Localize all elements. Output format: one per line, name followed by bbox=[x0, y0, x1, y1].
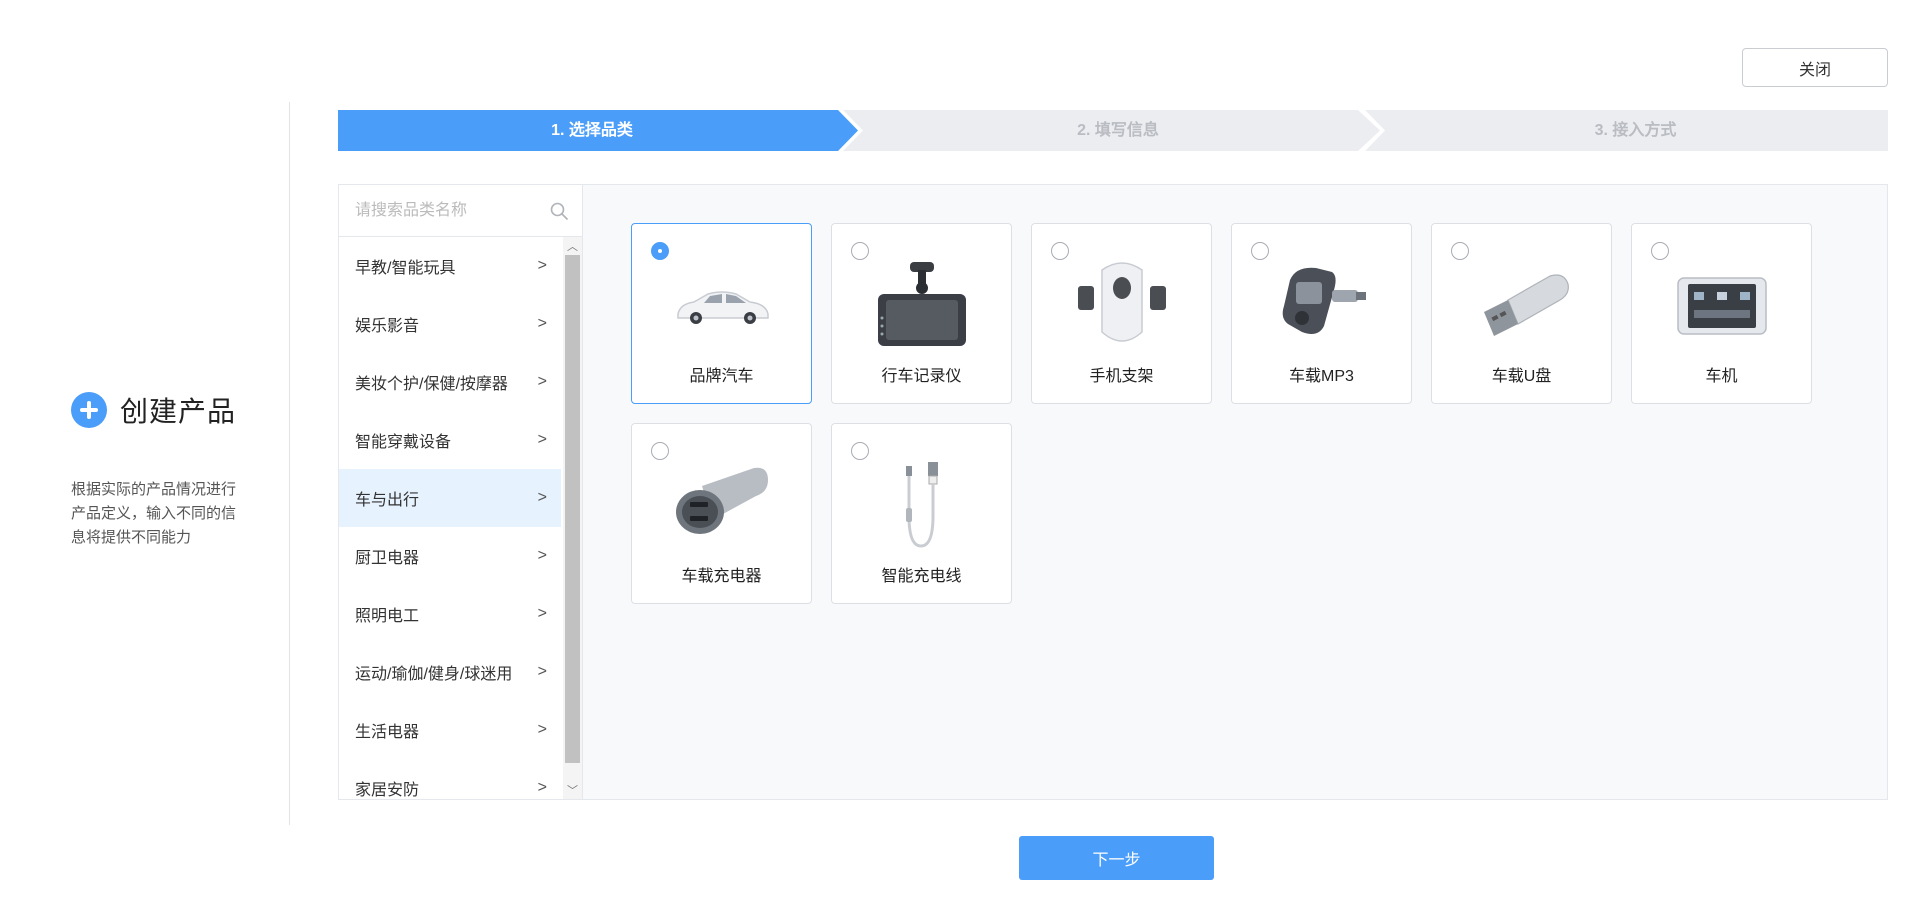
charging-cable-icon bbox=[872, 460, 972, 550]
chevron-right-icon: > bbox=[537, 489, 547, 506]
car-charger-icon bbox=[672, 460, 772, 550]
plus-circle-icon bbox=[71, 392, 107, 428]
category-label: 早教/智能玩具 bbox=[355, 260, 456, 277]
scroll-down-arrow-icon[interactable]: ﹀ bbox=[563, 781, 582, 799]
product-label: 手机支架 bbox=[1089, 368, 1154, 385]
step-select-category: 1. 选择品类 bbox=[551, 122, 633, 139]
product-label: 车机 bbox=[1705, 368, 1738, 385]
intro-description: 根据实际的产品情况进行产品定义，输入不同的信息将提供不同能力 bbox=[71, 481, 237, 546]
scroll-up-arrow-icon[interactable]: ︿ bbox=[563, 237, 582, 255]
product-card[interactable]: 车载U盘 bbox=[1431, 223, 1612, 404]
product-card[interactable]: 行车记录仪 bbox=[831, 223, 1012, 404]
product-card[interactable]: 手机支架 bbox=[1031, 223, 1212, 404]
category-search-input[interactable] bbox=[339, 185, 582, 236]
car-head-unit-icon bbox=[1672, 260, 1772, 350]
chevron-right-icon: > bbox=[537, 779, 547, 796]
category-item[interactable]: 生活电器 > bbox=[339, 701, 561, 759]
dashcam-icon bbox=[872, 260, 972, 350]
step-progress: 1. 选择品类 2. 填写信息 3. 接入方式 bbox=[338, 110, 1888, 151]
category-list: 早教/智能玩具 > 娱乐影音 > 美妆个护/保健/按摩器 > 智能穿戴设备 > 车与出行 > 厨卫电… bbox=[339, 237, 561, 799]
usb-drive-icon bbox=[1472, 260, 1572, 350]
category-item[interactable]: 家居安防 > bbox=[339, 759, 561, 799]
close-button[interactable]: 关闭 bbox=[1742, 48, 1888, 87]
category-label: 娱乐影音 bbox=[355, 318, 420, 335]
product-card[interactable]: 车载充电器 bbox=[631, 423, 812, 604]
category-selector: 早教/智能玩具>娱乐影音>美妆个护/保健/按摩器>智能穿戴设备>车与出行>厨卫电… bbox=[338, 184, 1888, 800]
product-label: 行车记录仪 bbox=[881, 368, 962, 385]
product-card[interactable]: 车机 bbox=[1631, 223, 1812, 404]
product-label: 品牌汽车 bbox=[689, 368, 754, 385]
chevron-right-icon: > bbox=[537, 431, 547, 448]
product-label: 车载MP3 bbox=[1289, 368, 1354, 385]
category-label: 车与出行 bbox=[355, 492, 420, 509]
product-radio[interactable] bbox=[1051, 242, 1069, 260]
intro-panel: 创建产品 根据实际的产品情况进行产品定义，输入不同的信息将提供不同能力 bbox=[71, 386, 251, 550]
product-radio[interactable] bbox=[651, 242, 669, 260]
category-item[interactable]: 厨卫电器 > bbox=[339, 527, 561, 585]
category-item[interactable]: 车与出行 > bbox=[339, 469, 561, 527]
next-step-button[interactable]: 下一步 bbox=[1019, 836, 1214, 880]
product-label: 车载充电器 bbox=[681, 568, 762, 585]
chevron-right-icon: > bbox=[537, 257, 547, 274]
product-radio[interactable] bbox=[651, 442, 669, 460]
chevron-right-icon: > bbox=[537, 315, 547, 332]
category-label: 厨卫电器 bbox=[355, 550, 420, 567]
category-scrollbar[interactable]: ︿ ﹀ bbox=[563, 237, 582, 799]
category-item[interactable]: 照明电工 > bbox=[339, 585, 561, 643]
category-item[interactable]: 智能穿戴设备 > bbox=[339, 411, 561, 469]
category-search bbox=[339, 185, 582, 237]
intro-header: 创建产品 bbox=[71, 386, 251, 434]
car-mp3-icon bbox=[1272, 260, 1372, 350]
step-access-method: 3. 接入方式 bbox=[1594, 122, 1677, 139]
category-item[interactable]: 早教/智能玩具 > bbox=[339, 237, 561, 295]
vertical-divider bbox=[289, 102, 290, 825]
category-label: 生活电器 bbox=[355, 724, 420, 741]
product-radio[interactable] bbox=[851, 442, 869, 460]
scroll-thumb[interactable] bbox=[565, 255, 580, 763]
category-label: 美妆个护/保健/按摩器 bbox=[355, 376, 508, 393]
product-label: 智能充电线 bbox=[881, 568, 962, 585]
category-item[interactable]: 运动/瑜伽/健身/球迷用 > bbox=[339, 643, 561, 701]
category-label: 照明电工 bbox=[355, 608, 420, 625]
car-icon bbox=[672, 260, 772, 350]
product-radio[interactable] bbox=[851, 242, 869, 260]
category-item[interactable]: 娱乐影音 > bbox=[339, 295, 561, 353]
product-radio[interactable] bbox=[1651, 242, 1669, 260]
step-fill-info: 2. 填写信息 bbox=[1077, 122, 1159, 139]
category-label: 运动/瑜伽/健身/球迷用 bbox=[355, 666, 513, 683]
chevron-right-icon: > bbox=[537, 547, 547, 564]
product-card[interactable]: 车载MP3 bbox=[1231, 223, 1412, 404]
product-radio[interactable] bbox=[1451, 242, 1469, 260]
search-icon[interactable] bbox=[550, 202, 568, 220]
category-sidebar: 早教/智能玩具>娱乐影音>美妆个护/保健/按摩器>智能穿戴设备>车与出行>厨卫电… bbox=[339, 185, 583, 799]
product-card[interactable]: 智能充电线 bbox=[831, 423, 1012, 604]
chevron-right-icon: > bbox=[537, 721, 547, 738]
category-item[interactable]: 美妆个护/保健/按摩器 > bbox=[339, 353, 561, 411]
product-card[interactable]: 品牌汽车 bbox=[631, 223, 812, 404]
product-label: 车载U盘 bbox=[1491, 368, 1552, 385]
category-label: 智能穿戴设备 bbox=[355, 434, 452, 451]
page-title: 创建产品 bbox=[120, 396, 237, 427]
chevron-right-icon: > bbox=[537, 663, 547, 680]
phone-holder-icon bbox=[1072, 260, 1172, 350]
chevron-right-icon: > bbox=[537, 605, 547, 622]
chevron-right-icon: > bbox=[537, 373, 547, 390]
category-label: 家居安防 bbox=[355, 782, 420, 799]
product-radio[interactable] bbox=[1251, 242, 1269, 260]
